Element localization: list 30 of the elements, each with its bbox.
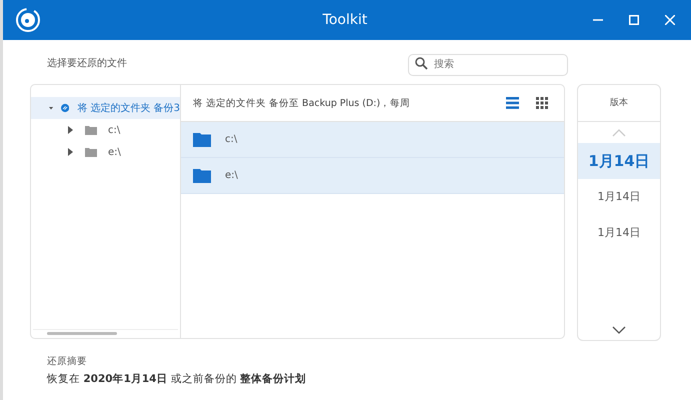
tree-item[interactable]: e:\ [31,141,180,163]
tree-item[interactable]: c:\ [31,119,180,141]
section-label: 选择要还原的文件 [47,56,127,70]
folder-row[interactable]: c:\ [181,122,564,158]
summary-title: 还原摘要 [47,355,88,368]
caret-icon[interactable] [66,148,74,156]
caret-icon[interactable] [49,104,54,112]
version-item[interactable]: 1月14日 [578,215,660,251]
window-title: Toolkit [322,12,368,28]
list-view-icon[interactable] [506,97,519,109]
disc-logo-icon [15,7,41,33]
folder-row[interactable]: e:\ [181,158,564,194]
caret-icon[interactable] [66,126,74,134]
grid-view-icon[interactable] [536,97,548,109]
tree-item[interactable]: 将 选定的文件夹 备份3 [31,97,180,119]
search-field[interactable]: 搜索 [408,54,568,76]
version-item[interactable]: 1月14日 [578,179,660,215]
folder-icon [193,132,211,147]
close-icon[interactable] [665,15,675,25]
scrollbar-thumb[interactable] [47,332,117,335]
chevron-down-icon[interactable] [612,326,626,334]
maximize-icon[interactable] [629,15,639,25]
versions-title: 版本 [578,85,660,122]
search-icon [415,56,428,70]
folder-icon [85,147,97,157]
version-item[interactable]: 1月14日 [578,143,660,179]
folder-icon [85,125,97,135]
summary-text: 恢复在 2020年1月14日 或之前备份的 整体备份计划 [47,372,308,386]
folder-icon [193,168,211,183]
backup-plan-header: 将 选定的文件夹 备份至 Backup Plus (D:)，每周 [193,96,412,110]
